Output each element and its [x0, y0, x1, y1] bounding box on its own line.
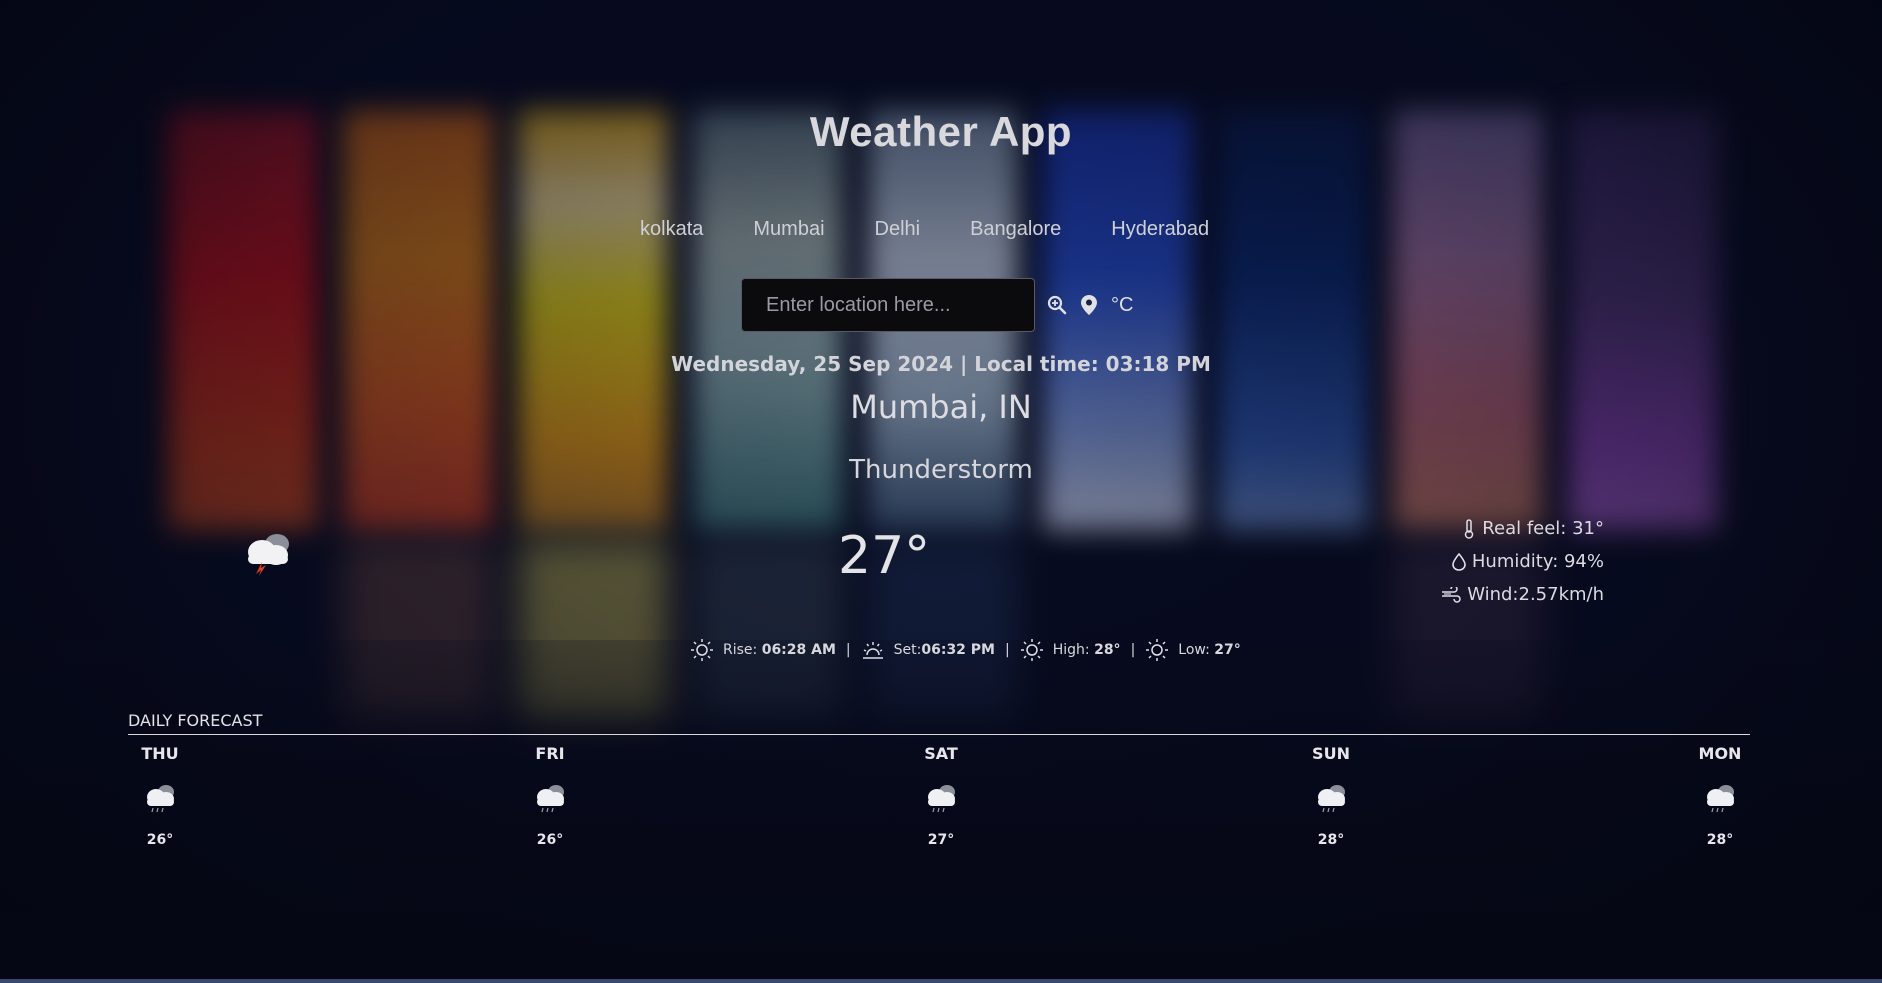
rain-cloud-icon: [1680, 782, 1760, 822]
city-nav: kolkata Mumbai Delhi Bangalore Hyderabad: [640, 218, 1240, 241]
forecast-day-name: SUN: [1312, 744, 1350, 763]
search-zoom-icon[interactable]: [1047, 295, 1067, 315]
city-delhi[interactable]: Delhi: [875, 218, 921, 241]
real-feel-text: Real feel: 31°: [1482, 518, 1604, 539]
forecast-day-name: SAT: [924, 744, 958, 763]
forecast-day: MON 28°: [1680, 744, 1760, 848]
forecast-day: SAT 27°: [901, 744, 981, 848]
low-label: Low:: [1178, 642, 1210, 658]
wind-row: Wind:2.57km/h: [1344, 578, 1604, 611]
location-name: Mumbai, IN: [850, 388, 1032, 426]
sun-icon: [1020, 639, 1043, 661]
weather-app: Weather App kolkata Mumbai Delhi Bangalo…: [0, 0, 1882, 983]
app-title: Weather App: [809, 108, 1073, 155]
low-value: 27°: [1214, 642, 1241, 658]
location-pin-icon[interactable]: [1081, 295, 1097, 315]
city-kolkata[interactable]: kolkata: [640, 218, 703, 241]
sunset-icon: [862, 642, 883, 659]
sun-stats: Rise: 06:28 AM | Set: 06:32 PM | High: 28…: [690, 638, 1241, 662]
sunset-label: Set:: [893, 642, 922, 658]
search-row: °C: [741, 278, 1133, 332]
local-datetime: Wednesday, 25 Sep 2024 | Local time: 03:…: [671, 352, 1211, 376]
real-feel-row: Real feel: 31°: [1344, 512, 1604, 545]
current-temperature: 27°: [838, 526, 931, 586]
forecast-day: FRI 26°: [510, 744, 590, 848]
high-label: High:: [1052, 642, 1090, 658]
droplet-icon: [1452, 552, 1466, 571]
forecast-divider: [128, 734, 1750, 735]
thermometer-icon: [1465, 518, 1474, 539]
daily-forecast: THU 26° FRI 26° SAT 27° SUN 28° MON 28°: [128, 744, 1750, 874]
forecast-day-temp: 27°: [927, 832, 955, 848]
weather-details: Real feel: 31° Humidity: 94% Wind:2.57km…: [1344, 512, 1604, 611]
forecast-day-temp: 28°: [1706, 832, 1734, 848]
search-input[interactable]: [741, 278, 1035, 332]
city-hyderabad[interactable]: Hyderabad: [1111, 218, 1209, 241]
high-item: High: 28°: [1020, 638, 1121, 662]
forecast-day-temp: 26°: [146, 832, 174, 848]
city-mumbai[interactable]: Mumbai: [753, 218, 824, 241]
sun-icon: [691, 639, 713, 661]
rain-cloud-icon: [120, 782, 200, 822]
sunrise-item: Rise: 06:28 AM: [690, 638, 836, 662]
rain-cloud-icon: [901, 782, 981, 822]
wind-icon: [1442, 586, 1461, 603]
unit-toggle-celsius[interactable]: °C: [1111, 294, 1133, 317]
separator: |: [845, 642, 851, 658]
forecast-day: SUN 28°: [1291, 744, 1371, 848]
forecast-day-name: MON: [1698, 744, 1742, 763]
humidity-row: Humidity: 94%: [1344, 545, 1604, 578]
rain-cloud-icon: [510, 782, 590, 822]
forecast-day-temp: 28°: [1317, 832, 1345, 848]
high-value: 28°: [1094, 642, 1121, 658]
wind-text: Wind:2.57km/h: [1467, 584, 1604, 605]
sunset-value: 06:32 PM: [921, 642, 995, 658]
thunderstorm-cloud-icon: [240, 530, 296, 580]
forecast-day: THU 26°: [120, 744, 200, 848]
rain-cloud-icon: [1291, 782, 1371, 822]
separator: |: [1005, 642, 1010, 658]
forecast-day-temp: 26°: [536, 832, 564, 848]
sun-icon: [1146, 639, 1169, 661]
humidity-text: Humidity: 94%: [1471, 551, 1604, 572]
city-bangalore[interactable]: Bangalore: [970, 218, 1061, 241]
sunrise-label: Rise:: [723, 642, 758, 658]
forecast-day-name: THU: [141, 744, 179, 763]
low-item: Low: 27°: [1145, 638, 1241, 662]
daily-forecast-title: DAILY FORECAST: [128, 711, 263, 730]
sunrise-value: 06:28 AM: [761, 642, 836, 658]
forecast-day-name: FRI: [535, 744, 565, 763]
sunset-item: Set: 06:32 PM: [861, 638, 995, 662]
weather-condition: Thunderstorm: [849, 455, 1033, 485]
separator: |: [1130, 642, 1136, 658]
